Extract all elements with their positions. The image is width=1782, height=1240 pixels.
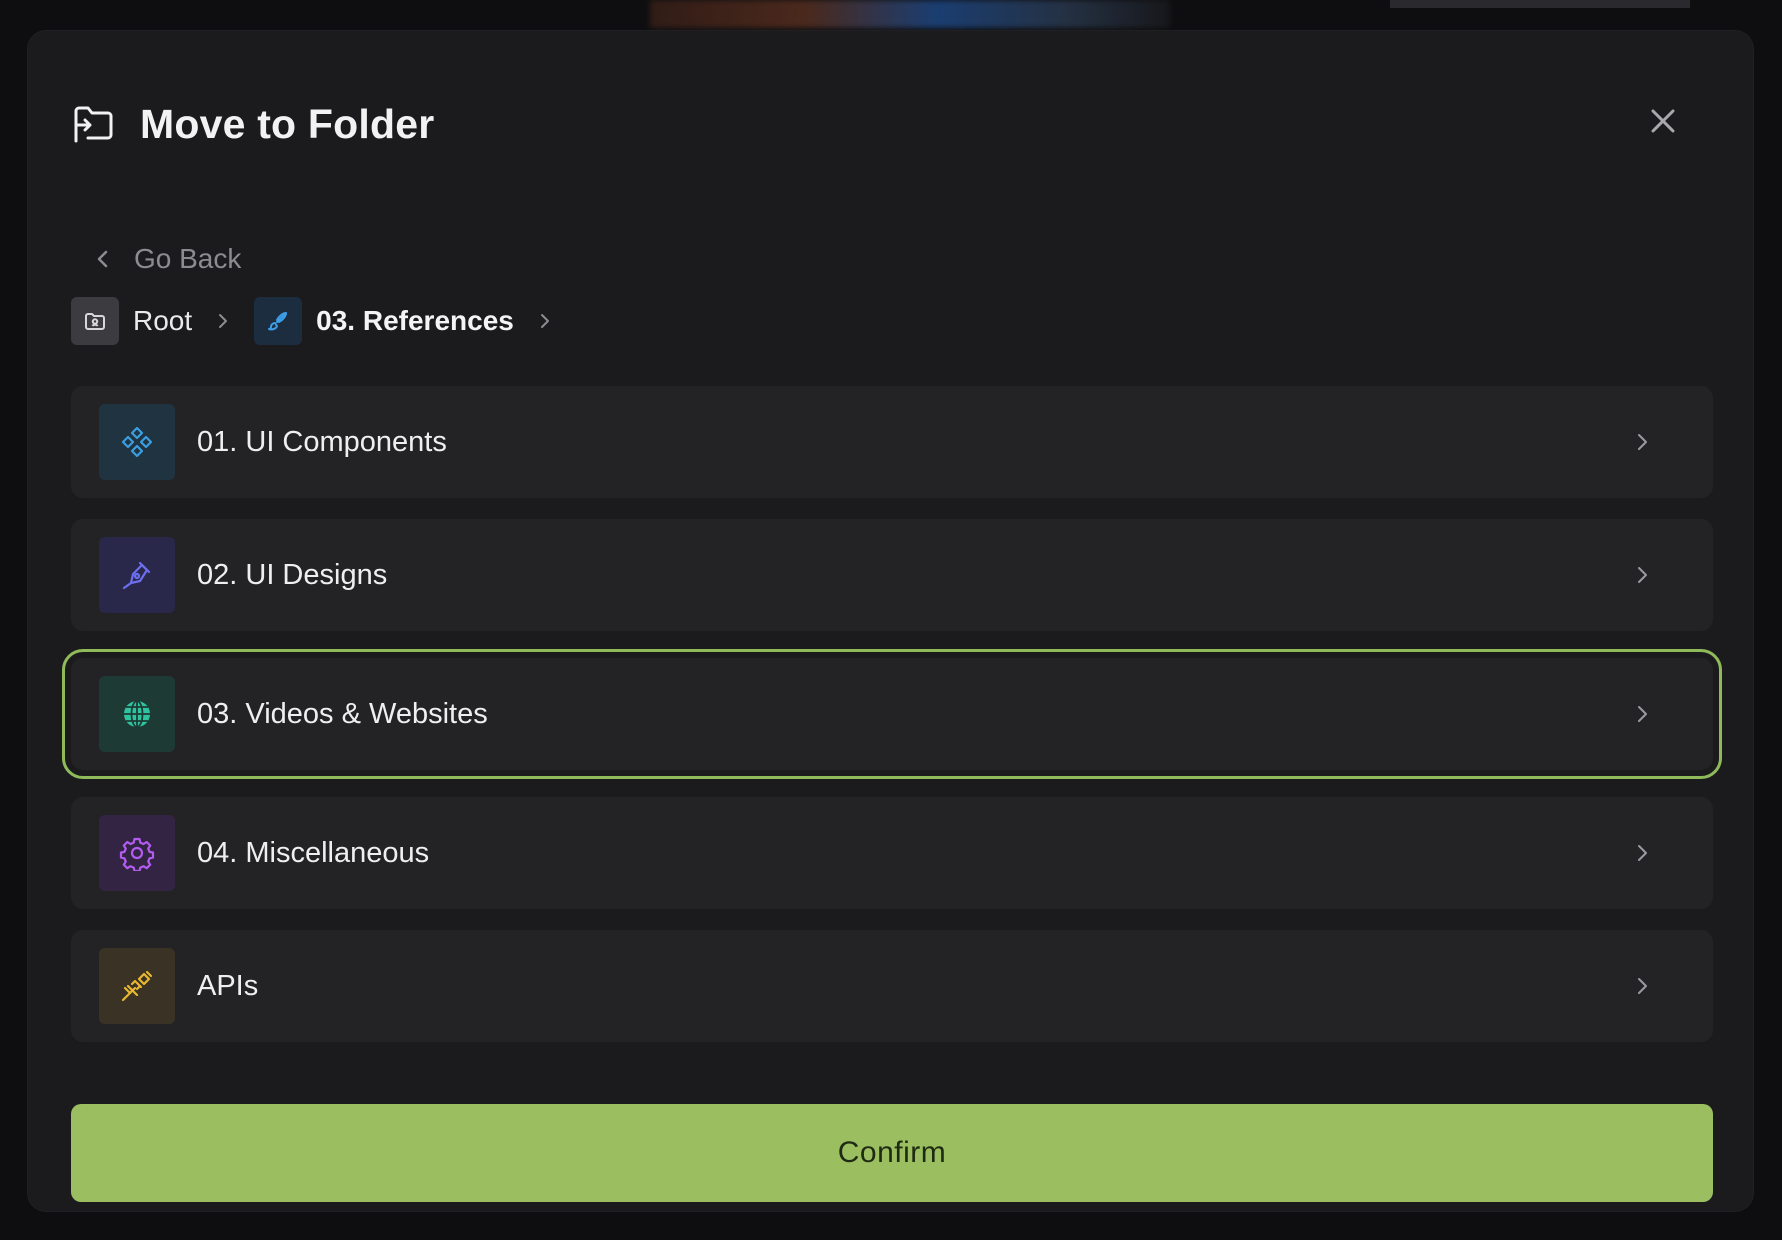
components-icon — [121, 426, 153, 458]
chevron-right-icon — [1638, 706, 1647, 722]
folder-list: 01. UI Components 02. UI Designs 03. Vid… — [62, 386, 1722, 1063]
globe-icon — [124, 700, 150, 728]
chevron-right-icon — [1638, 434, 1647, 450]
close-icon[interactable] — [1645, 103, 1681, 139]
move-to-folder-dialog: Move to Folder Go Back Root 03. Referenc… — [28, 31, 1753, 1211]
folder-label: 04. Miscellaneous — [197, 836, 430, 869]
chevron-right-icon — [540, 314, 549, 328]
folder-icon-tile — [99, 404, 175, 480]
folder-label: 02. UI Designs — [197, 558, 388, 591]
folder-icon-tile — [99, 537, 175, 613]
folder-row[interactable]: 01. UI Components — [71, 386, 1713, 498]
chevron-right-icon — [1638, 978, 1647, 994]
chevron-right-icon — [219, 314, 228, 328]
plug-icon — [121, 970, 153, 1002]
folder-icon-tile — [99, 815, 175, 891]
folder-row-selected[interactable]: 03. Videos & Websites — [62, 649, 1722, 779]
breadcrumb-references-icon[interactable] — [254, 297, 303, 345]
folder-move-icon — [74, 106, 113, 142]
breadcrumb-root-icon[interactable] — [71, 297, 119, 345]
background-element — [1390, 0, 1690, 8]
folder-user-icon — [85, 313, 105, 330]
dialog-title: Move to Folder — [140, 101, 435, 147]
go-back-button[interactable]: Go Back — [92, 243, 241, 275]
brush-icon — [268, 312, 288, 331]
background-thumbnail — [650, 0, 1170, 28]
breadcrumb-current[interactable]: 03. References — [316, 305, 514, 337]
breadcrumb: Root 03. References — [71, 296, 576, 346]
confirm-button[interactable]: Confirm — [71, 1104, 1713, 1202]
gear-icon — [119, 837, 155, 871]
chevron-right-icon — [1638, 845, 1647, 861]
chevron-left-icon — [97, 250, 108, 268]
go-back-label: Go Back — [134, 243, 242, 274]
folder-icon-tile — [99, 948, 175, 1024]
folder-label: 03. Videos & Websites — [197, 697, 488, 730]
folder-icon-tile — [99, 676, 175, 752]
folder-label: APIs — [197, 969, 259, 1002]
breadcrumb-root[interactable]: Root — [133, 305, 192, 337]
folder-row[interactable]: APIs — [71, 930, 1713, 1042]
chevron-right-icon — [1638, 567, 1647, 583]
folder-row[interactable]: 02. UI Designs — [71, 519, 1713, 631]
folder-row[interactable]: 04. Miscellaneous — [71, 797, 1713, 909]
folder-label: 01. UI Components — [197, 425, 447, 458]
dialog-header: Move to Folder — [72, 101, 434, 148]
pen-tool-icon — [122, 561, 151, 590]
